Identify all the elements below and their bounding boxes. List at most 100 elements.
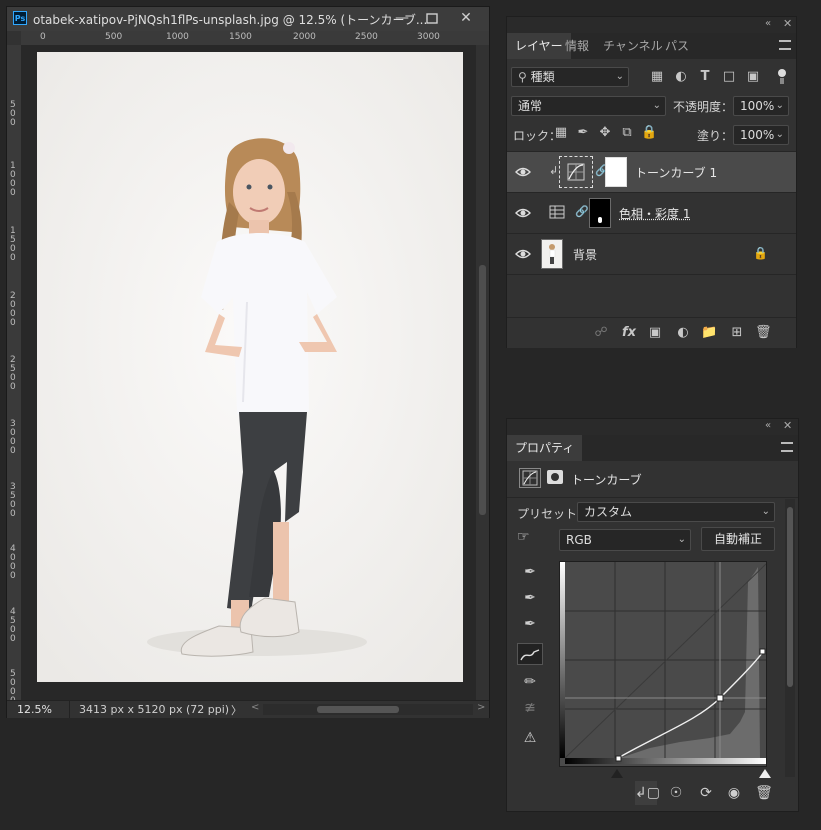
panel-menu-icon[interactable] [779,40,791,50]
link-layers-icon[interactable]: ☍ [593,325,609,341]
lock-transparent-icon[interactable]: ▦ [553,125,569,141]
panel-close-icon[interactable]: ✕ [783,419,792,432]
curves-adjustment-icon[interactable] [519,468,541,488]
preset-dropdown[interactable]: カスタム ⌄ [577,502,775,522]
layer-name[interactable]: 色相・彩度 1 [619,205,690,222]
canvas-area[interactable] [21,45,476,700]
layer-filter-dropdown[interactable]: ⚲ 種類 ⌄ [511,67,629,87]
ruler-label: 2000 [293,32,316,42]
target-adjust-hand-icon[interactable]: ☞ [517,529,543,549]
smooth-curve-icon[interactable]: ≇ [517,697,543,719]
ruler-vertical[interactable]: 5 0 0 1 0 0 0 1 5 0 0 2 0 0 0 2 5 0 0 3 … [7,45,22,706]
clipping-warning-icon[interactable]: ⚠ [517,727,543,749]
collapse-icon[interactable]: « [765,420,771,431]
maximize-icon[interactable] [417,7,447,31]
scrollbar-thumb[interactable] [479,265,486,515]
adjustment-filter-icon[interactable]: ◐ [673,69,689,85]
tab-properties[interactable]: プロパティ [507,435,583,461]
gray-point-eyedropper-icon[interactable]: ✒ [517,587,543,609]
opacity-field[interactable]: 100% ⌄ [733,96,789,116]
properties-footer: ↲▢ ☉ ⟳ ◉ 🗑 [635,781,795,807]
ruler-horizontal[interactable]: 0 500 1000 1500 2000 2500 3000 [21,31,489,46]
scroll-left-icon[interactable]: < [251,702,259,713]
new-adjustment-icon[interactable]: ◐ [675,325,691,341]
white-point-eyedropper-icon[interactable]: ✒ [517,613,543,635]
fill-field[interactable]: 100% ⌄ [733,125,789,145]
type-filter-icon[interactable]: T [697,69,713,85]
lock-paint-brush-icon[interactable]: ✒ [575,125,591,141]
lock-position-move-icon[interactable]: ✥ [597,125,613,141]
channel-dropdown[interactable]: RGB ⌄ [559,529,691,551]
opacity-label: 不透明度： [673,100,734,114]
visibility-eye-icon[interactable] [515,206,531,220]
panel-collapse-bar[interactable]: « ✕ [507,17,796,33]
lock-artboard-icon[interactable]: ⧉ [619,125,635,141]
zoom-level[interactable]: 12.5% [17,703,52,716]
ruler-label: 3 5 0 0 [10,482,16,519]
image-size-info[interactable]: 3413 px x 5120 px (72 ppi) [79,703,229,716]
visibility-eye-icon[interactable] [515,247,531,261]
tab-info[interactable]: 情報 [557,33,597,59]
ruler-label: 500 [105,32,123,42]
collapse-icon[interactable]: « [765,18,771,29]
minimize-icon[interactable]: — [387,7,417,31]
mask-icon[interactable] [547,470,563,484]
smartobject-filter-icon[interactable]: ▣ [745,69,761,85]
view-previous-state-icon[interactable]: ☉ [665,781,687,805]
vertical-scrollbar[interactable] [476,45,489,700]
document-titlebar[interactable]: Ps otabek-xatipov-PjNQsh1flPs-unsplash.j… [7,7,489,31]
pixel-filter-icon[interactable]: ▦ [649,69,665,85]
layer-name[interactable]: 背景 [573,246,597,263]
pencil-icon[interactable]: ✏ [517,671,543,693]
black-point-eyedropper-icon[interactable]: ✒ [517,561,543,583]
photo-girl-standing[interactable] [37,52,463,682]
scroll-right-icon[interactable]: > [477,702,485,713]
tab-paths[interactable]: パス [657,33,697,59]
mask-link-icon[interactable]: 🔗 [575,205,589,218]
panel-menu-icon[interactable] [781,442,793,452]
layer-mask-thumbnail[interactable] [605,157,627,187]
scrollbar-thumb[interactable] [787,507,793,687]
visibility-eye-icon[interactable] [515,165,531,179]
lock-icon[interactable]: 🔒 [753,246,768,260]
properties-panel: « ✕ プロパティ トーンカーブ プリセット： カスタム ⌄ ☞ RGB ⌄ 自… [506,418,799,812]
layer-row-curves[interactable]: ↲ 🔗 トーンカーブ 1 [507,152,796,193]
white-input-slider-icon[interactable] [759,769,771,778]
new-group-folder-icon[interactable]: 📁 [701,325,717,341]
ruler-label: 4 5 0 0 [10,607,16,644]
fx-icon[interactable]: fx [621,325,637,341]
layer-row-hue-saturation[interactable]: 🔗 色相・彩度 1 [507,193,796,234]
clip-to-layer-icon[interactable]: ↲▢ [635,781,660,805]
blend-mode-value: 通常 [518,99,543,113]
curve-point-tool-icon[interactable] [517,643,543,665]
add-mask-icon[interactable]: ▣ [647,325,663,341]
layers-panel: « ✕ レイヤー 情報 チャンネル パス ⚲ 種類 ⌄ ▦ ◐ T □ ▣ 通常… [506,16,797,348]
search-icon: ⚲ [518,70,527,84]
new-layer-icon[interactable]: ⊞ [729,325,745,341]
horizontal-scrollbar[interactable] [263,704,473,715]
panel-close-icon[interactable]: ✕ [783,17,792,30]
h-scrollbar-thumb[interactable] [317,706,399,713]
black-input-slider-icon[interactable] [611,769,623,778]
chevron-down-icon: ⌄ [652,100,661,111]
lock-all-icon[interactable]: 🔒 [641,125,657,141]
filter-toggle-icon[interactable] [777,69,787,85]
toggle-visibility-eye-icon[interactable]: ◉ [723,781,745,805]
status-menu-arrow[interactable]: 〉 [231,702,242,718]
trash-icon[interactable]: 🗑 [753,781,775,805]
background-layer-thumbnail[interactable] [541,239,563,269]
trash-icon[interactable]: 🗑 [755,325,772,341]
shape-filter-icon[interactable]: □ [721,69,737,85]
layer-row-background[interactable]: 背景 🔒 [507,234,796,275]
blend-mode-dropdown[interactable]: 通常 ⌄ [511,96,666,116]
reset-icon[interactable]: ⟳ [695,781,717,805]
curves-graph[interactable] [559,561,767,767]
ruler-label: 1000 [166,32,189,42]
auto-button[interactable]: 自動補正 [701,527,775,551]
close-icon[interactable]: ✕ [451,7,481,31]
clipping-arrow-icon: ↲ [549,164,559,177]
panel-collapse-bar[interactable]: « ✕ [507,419,798,435]
layer-name[interactable]: トーンカーブ 1 [635,164,717,181]
properties-scrollbar[interactable] [785,499,795,777]
layer-mask-thumbnail[interactable] [589,198,611,228]
